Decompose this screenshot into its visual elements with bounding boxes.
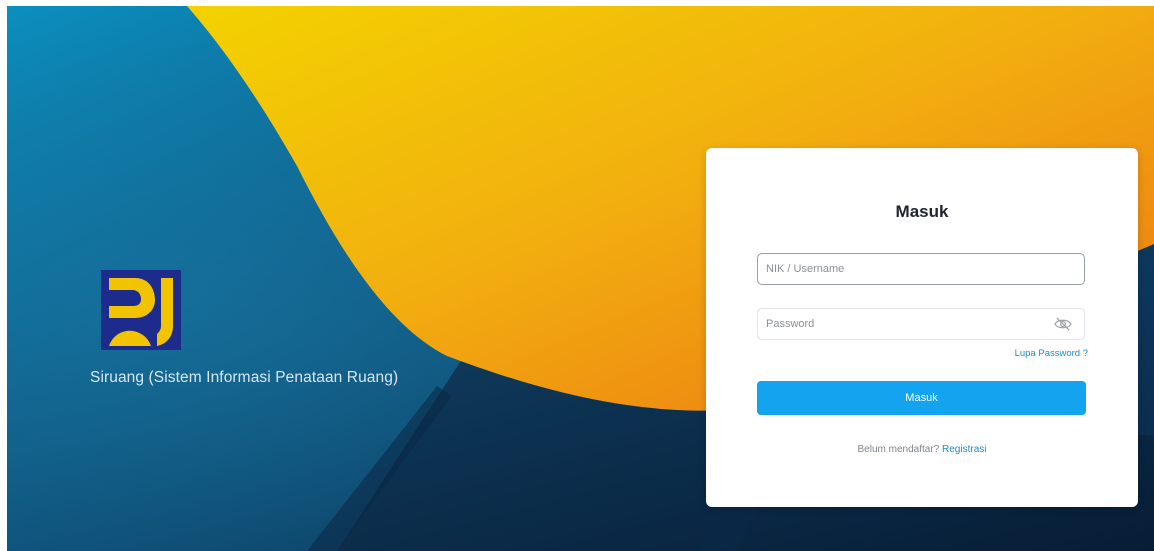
forgot-password-link[interactable]: Lupa Password ?: [1015, 348, 1088, 359]
password-input[interactable]: [766, 309, 1056, 339]
login-page: Siruang (Sistem Informasi Penataan Ruang…: [7, 6, 1154, 551]
login-button[interactable]: Masuk: [757, 381, 1086, 415]
eye-slash-icon[interactable]: [1054, 317, 1072, 331]
login-heading: Masuk: [895, 202, 949, 221]
username-field[interactable]: [757, 253, 1085, 285]
password-field[interactable]: [757, 308, 1085, 340]
username-input[interactable]: [766, 254, 1056, 284]
pu-logo-icon: [101, 270, 181, 350]
login-card: Masuk Lupa Password ? Masuk Belum mendaf…: [706, 148, 1138, 507]
app-title: Siruang (Sistem Informasi Penataan Ruang…: [90, 369, 399, 386]
register-link[interactable]: Registrasi: [942, 444, 986, 455]
register-prompt-text: Belum mendaftar?: [857, 444, 940, 455]
register-prompt: Belum mendaftar? Registrasi: [706, 444, 1138, 455]
